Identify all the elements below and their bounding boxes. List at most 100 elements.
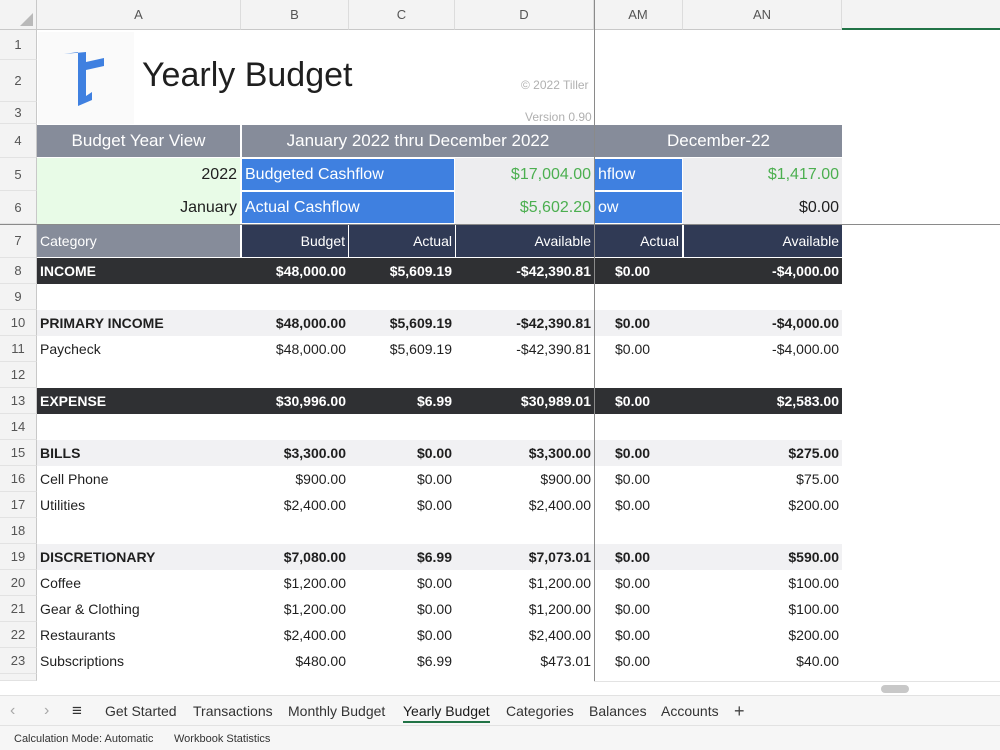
gear-clothing-category[interactable]: Gear & Clothing xyxy=(37,596,241,622)
column-header-c[interactable]: C xyxy=(349,0,455,30)
chevron-right-icon[interactable]: › xyxy=(44,696,49,726)
expense-available[interactable]: $30,989.01 xyxy=(455,388,594,414)
tab-transactions[interactable]: Transactions xyxy=(193,696,273,726)
income-available[interactable]: -$42,390.81 xyxy=(455,258,594,284)
income-budget[interactable]: $48,000.00 xyxy=(241,258,349,284)
budget-column-header[interactable]: Budget xyxy=(242,225,348,257)
column-header-am[interactable]: AM xyxy=(594,0,683,30)
row-header[interactable]: 7 xyxy=(0,224,37,258)
bills-actual[interactable]: $0.00 xyxy=(349,440,455,466)
primary-income-available[interactable]: -$42,390.81 xyxy=(455,310,594,336)
month-actual-column-header[interactable]: Actual xyxy=(595,225,682,257)
income-month-available[interactable]: -$4,000.00 xyxy=(683,258,842,284)
bills-budget[interactable]: $3,300.00 xyxy=(241,440,349,466)
bills-month-actual[interactable]: $0.00 xyxy=(595,440,683,466)
discretionary-available[interactable]: $7,073.01 xyxy=(455,544,594,570)
row-header[interactable]: 14 xyxy=(0,414,37,440)
row-header[interactable]: 17 xyxy=(0,492,37,518)
primary-income-budget[interactable]: $48,000.00 xyxy=(241,310,349,336)
actual-cashflow-value[interactable]: $5,602.20 xyxy=(455,191,594,224)
coffee-category[interactable]: Coffee xyxy=(37,570,241,596)
year-selector[interactable]: 2022 xyxy=(37,158,240,191)
month-header[interactable]: December-22 xyxy=(595,125,842,157)
utilities-month-actual[interactable]: $0.00 xyxy=(595,492,683,518)
utilities-actual[interactable]: $0.00 xyxy=(349,492,455,518)
utilities-month-available[interactable]: $200.00 xyxy=(683,492,842,518)
calculation-mode-status[interactable]: Calculation Mode: Automatic xyxy=(14,726,153,750)
row-header[interactable]: 4 xyxy=(0,124,37,158)
budgeted-cashflow-label-month[interactable]: hflow xyxy=(595,159,682,190)
month-available-column-header[interactable]: Available xyxy=(684,225,842,257)
coffee-budget[interactable]: $1,200.00 xyxy=(241,570,349,596)
row-header[interactable]: 16 xyxy=(0,466,37,492)
expense-month-available[interactable]: $2,583.00 xyxy=(683,388,842,414)
column-header-b[interactable]: B xyxy=(241,0,349,30)
hamburger-menu-icon[interactable]: ≡ xyxy=(72,696,82,726)
row-header[interactable]: 11 xyxy=(0,336,37,362)
paycheck-month-available[interactable]: -$4,000.00 xyxy=(683,336,842,362)
scrollbar-thumb[interactable] xyxy=(881,685,909,693)
income-category[interactable]: INCOME xyxy=(37,258,241,284)
subscriptions-category[interactable]: Subscriptions xyxy=(37,648,241,674)
bills-category[interactable]: BILLS xyxy=(37,440,241,466)
subscriptions-available[interactable]: $473.01 xyxy=(455,648,594,674)
chevron-left-icon[interactable]: ‹ xyxy=(10,696,15,726)
income-actual[interactable]: $5,609.19 xyxy=(349,258,455,284)
row-header[interactable]: 15 xyxy=(0,440,37,466)
cell-phone-actual[interactable]: $0.00 xyxy=(349,466,455,492)
coffee-month-available[interactable]: $100.00 xyxy=(683,570,842,596)
cell-phone-category[interactable]: Cell Phone xyxy=(37,466,241,492)
cell-phone-budget[interactable]: $900.00 xyxy=(241,466,349,492)
expense-actual[interactable]: $6.99 xyxy=(349,388,455,414)
primary-income-actual[interactable]: $5,609.19 xyxy=(349,310,455,336)
column-header-d[interactable]: D xyxy=(455,0,594,30)
date-range-header[interactable]: January 2022 thru December 2022 xyxy=(242,125,594,157)
plus-icon[interactable]: + xyxy=(734,696,745,726)
tab-balances[interactable]: Balances xyxy=(589,696,647,726)
restaurants-available[interactable]: $2,400.00 xyxy=(455,622,594,648)
tab-accounts[interactable]: Accounts xyxy=(661,696,719,726)
actual-cashflow-value-month[interactable]: $0.00 xyxy=(683,191,842,224)
utilities-category[interactable]: Utilities xyxy=(37,492,241,518)
tab-yearly-budget[interactable]: Yearly Budget xyxy=(403,696,490,726)
paycheck-category[interactable]: Paycheck xyxy=(37,336,241,362)
primary-income-month-available[interactable]: -$4,000.00 xyxy=(683,310,842,336)
row-header[interactable]: 20 xyxy=(0,570,37,596)
subscriptions-month-actual[interactable]: $0.00 xyxy=(595,648,683,674)
restaurants-month-available[interactable]: $200.00 xyxy=(683,622,842,648)
coffee-actual[interactable]: $0.00 xyxy=(349,570,455,596)
restaurants-category[interactable]: Restaurants xyxy=(37,622,241,648)
gear-clothing-budget[interactable]: $1,200.00 xyxy=(241,596,349,622)
column-header-an[interactable]: AN xyxy=(683,0,842,30)
tab-categories[interactable]: Categories xyxy=(506,696,574,726)
gear-clothing-available[interactable]: $1,200.00 xyxy=(455,596,594,622)
discretionary-month-available[interactable]: $590.00 xyxy=(683,544,842,570)
row-header[interactable]: 13 xyxy=(0,388,37,414)
cell-phone-available[interactable]: $900.00 xyxy=(455,466,594,492)
tab-get-started[interactable]: Get Started xyxy=(105,696,177,726)
actual-column-header[interactable]: Actual xyxy=(349,225,455,257)
expense-month-actual[interactable]: $0.00 xyxy=(595,388,683,414)
restaurants-month-actual[interactable]: $0.00 xyxy=(595,622,683,648)
bills-month-available[interactable]: $275.00 xyxy=(683,440,842,466)
paycheck-budget[interactable]: $48,000.00 xyxy=(241,336,349,362)
month-selector[interactable]: January xyxy=(37,191,240,224)
workbook-statistics-status[interactable]: Workbook Statistics xyxy=(174,726,270,750)
cell-phone-month-available[interactable]: $75.00 xyxy=(683,466,842,492)
row-header[interactable]: 9 xyxy=(0,284,37,310)
primary-income-month-actual[interactable]: $0.00 xyxy=(595,310,683,336)
actual-cashflow-label-month[interactable]: ow xyxy=(595,192,682,223)
restaurants-actual[interactable]: $0.00 xyxy=(349,622,455,648)
paycheck-month-actual[interactable]: $0.00 xyxy=(595,336,683,362)
gear-clothing-month-actual[interactable]: $0.00 xyxy=(595,596,683,622)
row-header[interactable]: 5 xyxy=(0,158,37,191)
discretionary-month-actual[interactable]: $0.00 xyxy=(595,544,683,570)
row-header[interactable]: 2 xyxy=(0,60,37,102)
row-header[interactable]: 21 xyxy=(0,596,37,622)
discretionary-actual[interactable]: $6.99 xyxy=(349,544,455,570)
paycheck-actual[interactable]: $5,609.19 xyxy=(349,336,455,362)
gear-clothing-actual[interactable]: $0.00 xyxy=(349,596,455,622)
cell-phone-month-actual[interactable]: $0.00 xyxy=(595,466,683,492)
row-header[interactable]: 1 xyxy=(0,30,37,60)
subscriptions-month-available[interactable]: $40.00 xyxy=(683,648,842,674)
